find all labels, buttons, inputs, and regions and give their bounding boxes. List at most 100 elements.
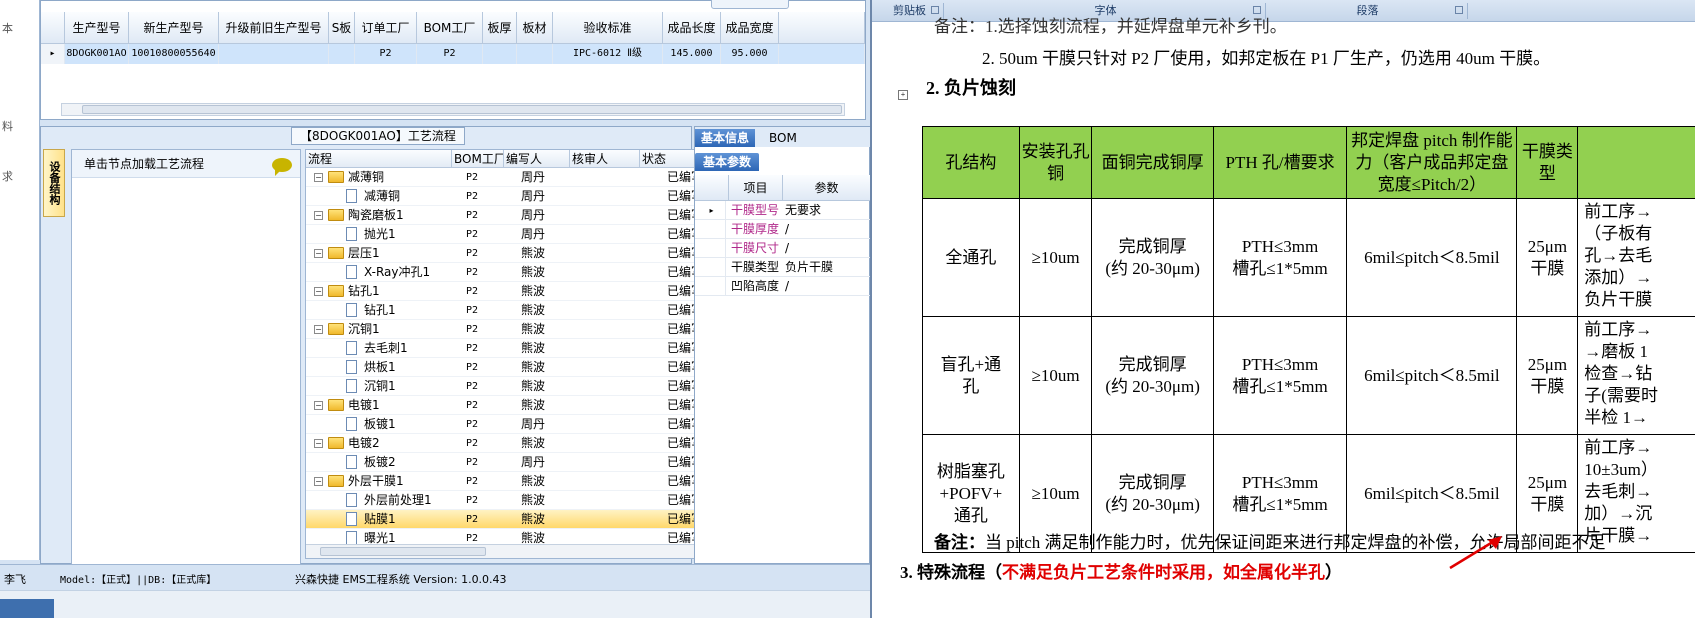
tab-basic-params[interactable]: 基本参数 [695, 153, 760, 171]
table-row: 盲孔+通 孔 ≥10um 完成铜厚 (约 20-30μm) PTH≤3mm 槽孔≤1*… [922, 316, 1695, 435]
tree-header-process[interactable]: 流程 [306, 150, 452, 168]
param-row[interactable]: 干膜类型 负片干膜 [695, 258, 870, 277]
cell-bom: P2 [466, 324, 479, 335]
ribbon-group-label: 段落 [1356, 4, 1379, 17]
tree-row[interactable]: 贴膜1 P2 熊波 已编写 [306, 510, 703, 529]
tab-bom[interactable]: BOM [763, 129, 803, 147]
grid-header[interactable]: BOM工厂 [417, 12, 483, 44]
tree-row[interactable]: X-Ray冲孔1 P2 熊波 已编写 [306, 263, 703, 282]
ribbon-group-paragraph[interactable]: 段落 [1268, 3, 1468, 19]
param-indicator-header [695, 175, 729, 201]
param-header-value[interactable]: 参数 [783, 175, 870, 201]
grid-header[interactable]: 新生产型号 [129, 12, 219, 44]
node-pane-hint: 单击节点加载工艺流程 [72, 150, 300, 178]
speech-bubble-icon[interactable] [272, 158, 292, 176]
table-move-handle-icon[interactable]: + [898, 90, 908, 100]
grid-cell[interactable]: 95.000 [721, 44, 779, 64]
param-value[interactable]: / [785, 239, 869, 258]
taskbar-button[interactable] [0, 599, 54, 618]
section-heading-3: 3. 特殊流程（不满足负片工艺条件时采用，如全属化半孔） [900, 558, 1342, 583]
grid-cell[interactable]: 8DOGK001AO [65, 44, 129, 64]
grid-cell[interactable]: P2 [355, 44, 417, 64]
param-header-item[interactable]: 项目 [729, 175, 783, 201]
document-page[interactable]: 备注：1.选择蚀刻流程，并延焊盘单元补乡刊。 2. 50um 干膜只针对 P2 … [898, 17, 1695, 618]
tree-row[interactable]: − 电镀2 P2 熊波 已编写 [306, 434, 703, 453]
cell-writer: 周丹 [521, 227, 546, 241]
param-row[interactable]: 凹陷高度 / [695, 277, 870, 296]
node-label: 电镀1 [348, 398, 380, 412]
tree-row[interactable]: 烘板1 P2 熊波 已编写 [306, 358, 703, 377]
tree-row[interactable]: 钻孔1 P2 熊波 已编写 [306, 301, 703, 320]
tab-basic-info[interactable]: 基本信息 [695, 129, 756, 147]
param-row[interactable]: 干膜尺寸 / [695, 239, 870, 258]
cell-writer: 熊波 [521, 436, 546, 450]
grid-header[interactable]: 验收标准 [553, 12, 663, 44]
grid-header[interactable]: 板材 [517, 12, 553, 44]
tree-row[interactable]: − 陶瓷磨板1 P2 周丹 已编写 [306, 206, 703, 225]
scrollbar-thumb[interactable] [320, 547, 486, 556]
th-hole-structure: 孔结构 [922, 126, 1020, 199]
tree-header-bom[interactable]: BOM工厂 [452, 150, 504, 168]
grid-header[interactable]: S板 [329, 12, 355, 44]
note-text: 当 pitch 满足制作能力时，优先保证间距来进行邦定焊盘的补偿，允许局部间距不… [985, 533, 1606, 552]
row-indicator: ▸ [698, 201, 726, 220]
tree-row[interactable]: − 层压1 P2 熊波 已编写 [306, 244, 703, 263]
status-user: 李飞 [4, 573, 26, 586]
top-tab-stub[interactable] [711, 0, 789, 9]
tree-header-writer[interactable]: 编写人 [504, 150, 570, 168]
tree-row[interactable]: − 钻孔1 P2 熊波 已编写 [306, 282, 703, 301]
param-value[interactable]: / [785, 220, 869, 239]
grid-cell[interactable]: 10010800055640 [129, 44, 219, 64]
tree-row[interactable]: 沉铜1 P2 熊波 已编写 [306, 377, 703, 396]
param-value[interactable]: 无要求 [785, 201, 869, 220]
param-value[interactable]: 负片干膜 [785, 258, 869, 277]
table-cell-proc: 前工序→ →磨板 1 检查→钻 子(需要时 半检 1→ [1577, 316, 1695, 435]
tree-row[interactable]: 去毛刺1 P2 熊波 已编写 [306, 339, 703, 358]
table-cell-hole: 盲孔+通 孔 [922, 316, 1020, 435]
tree-header-reviewer[interactable]: 核审人 [570, 150, 640, 168]
param-row[interactable]: 干膜厚度 / [695, 220, 870, 239]
tree-row[interactable]: − 减薄铜 P2 周丹 已编写 [306, 168, 703, 187]
param-key: 干膜类型 [731, 260, 780, 274]
grid-header[interactable]: 板厚 [483, 12, 517, 44]
grid-header[interactable]: 升级前旧生产型号 [219, 12, 329, 44]
cell-bom: P2 [466, 438, 479, 449]
grid-cell[interactable]: 145.000 [663, 44, 721, 64]
param-value[interactable]: / [785, 277, 869, 296]
grid-cell[interactable] [483, 44, 517, 64]
grid-header[interactable]: 成品长度 [663, 12, 721, 44]
grid-horizontal-scrollbar[interactable] [61, 103, 845, 116]
note-label: 备注： [934, 533, 985, 552]
grid-cell[interactable] [517, 44, 553, 64]
scrollbar-thumb[interactable] [82, 105, 842, 114]
grid-header[interactable]: 生产型号 [65, 12, 129, 44]
row-indicator[interactable]: ▸ [41, 44, 65, 64]
tree-horizontal-scrollbar[interactable] [306, 544, 702, 558]
tree-row[interactable]: 板镀2 P2 周丹 已编写 [306, 453, 703, 472]
tree-row[interactable]: − 电镀1 P2 熊波 已编写 [306, 396, 703, 415]
grid-cell[interactable]: P2 [417, 44, 483, 64]
cell-reviewer [594, 206, 664, 225]
tree-row[interactable]: 抛光1 P2 周丹 已编写 [306, 225, 703, 244]
node-label: 层压1 [348, 246, 380, 260]
cell-bom: P2 [466, 210, 479, 221]
tree-row[interactable]: 板镀1 P2 周丹 已编写 [306, 415, 703, 434]
grid-cell[interactable] [219, 44, 329, 64]
cell-reviewer [594, 396, 664, 415]
grid-header[interactable]: 成品宽度 [721, 12, 779, 44]
tree-row[interactable]: − 外层干膜1 P2 熊波 已编写 [306, 472, 703, 491]
cut-off-line: 备注：1.选择蚀刻流程，并延焊盘单元补乡刊。 [934, 17, 1287, 36]
cell-bom: P2 [466, 457, 479, 468]
dialog-launcher-icon[interactable] [1455, 6, 1463, 14]
grid-header[interactable]: 订单工厂 [355, 12, 417, 44]
grid-cell[interactable] [779, 44, 865, 64]
vertical-tab-equipment[interactable]: 设备结构 [43, 149, 65, 217]
param-row[interactable]: ▸ 干膜型号 无要求 [695, 201, 870, 220]
grid-cell[interactable] [329, 44, 355, 64]
node-pane: 单击节点加载工艺流程 [71, 149, 301, 595]
cell-reviewer [594, 491, 664, 510]
tree-row[interactable]: − 沉铜1 P2 熊波 已编写 [306, 320, 703, 339]
grid-cell[interactable]: IPC-6012 Ⅱ级 [553, 44, 663, 64]
tree-row[interactable]: 外层前处理1 P2 熊波 已编写 [306, 491, 703, 510]
tree-row[interactable]: 减薄铜 P2 周丹 已编写 [306, 187, 703, 206]
